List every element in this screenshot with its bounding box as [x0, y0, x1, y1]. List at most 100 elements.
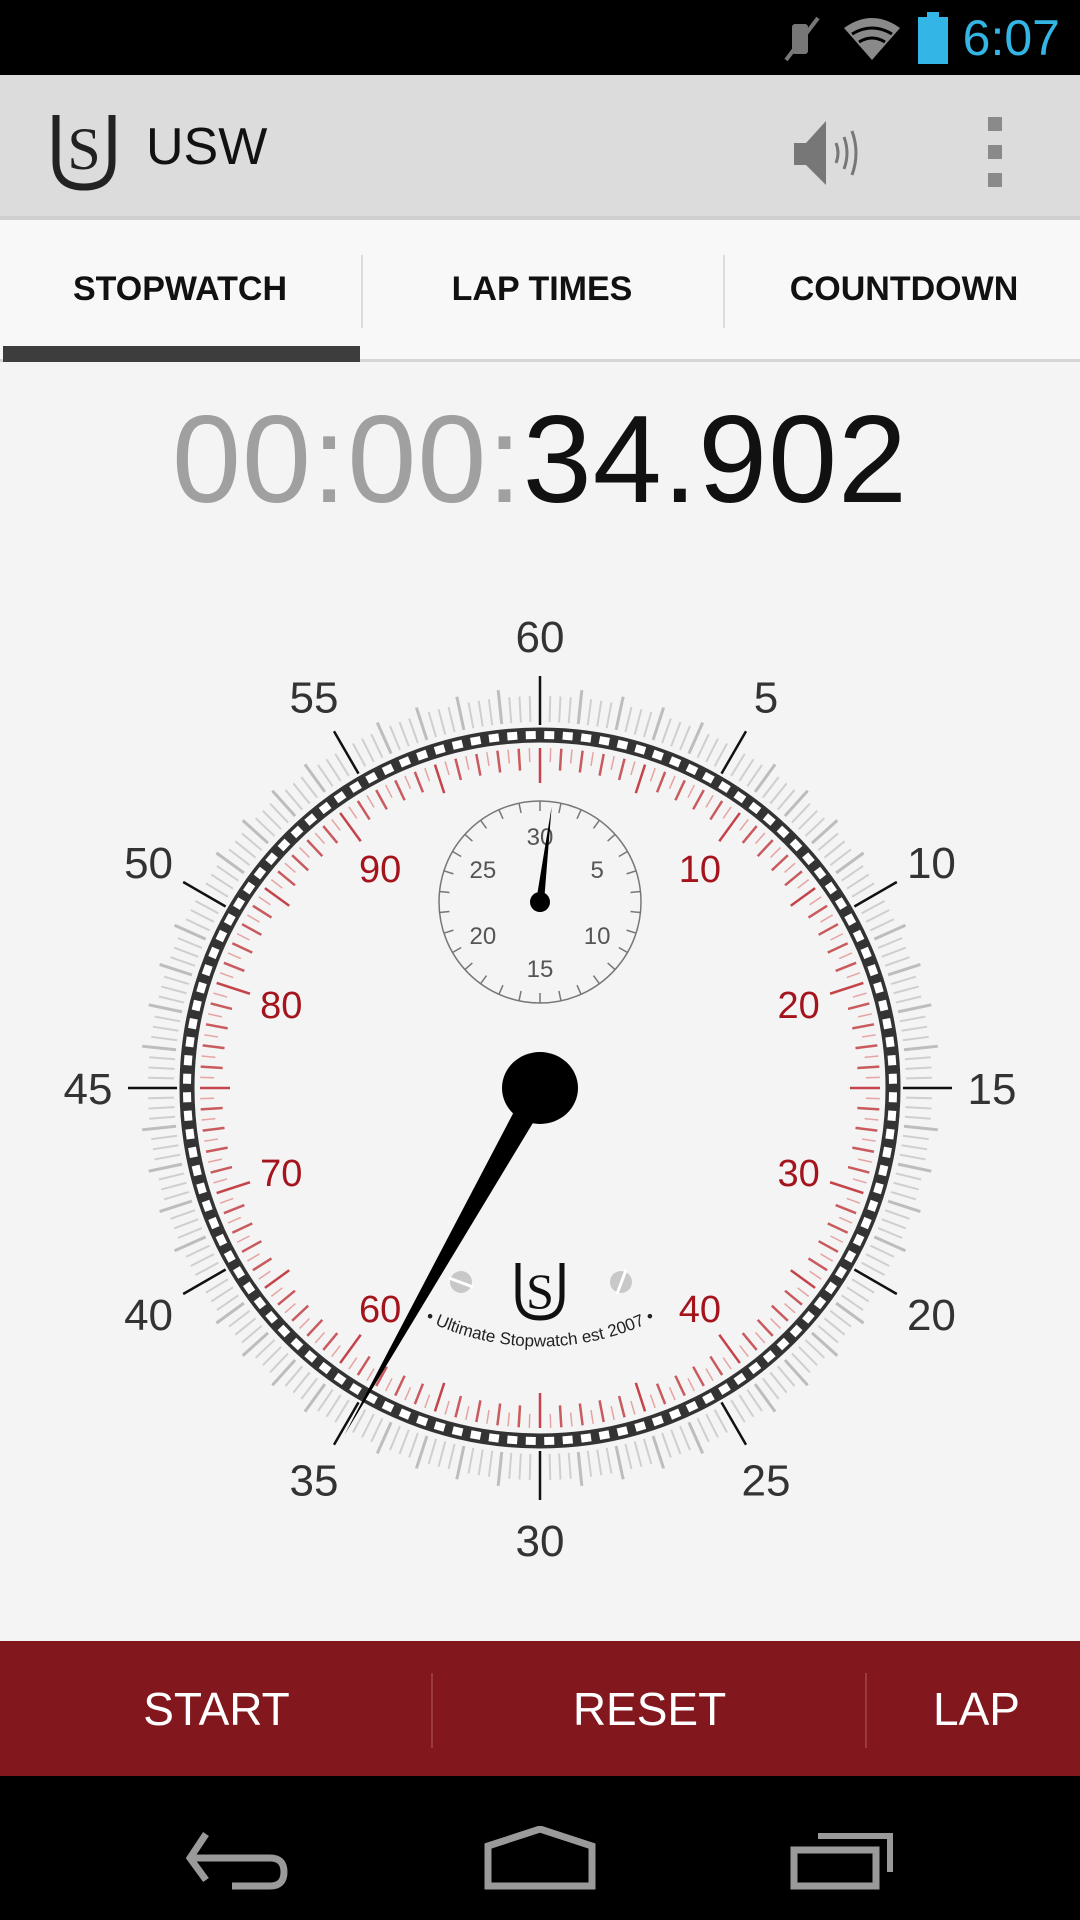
minor-tick — [487, 699, 494, 726]
elapsed-time-seconds: 34.902 — [522, 391, 909, 529]
minor-tick — [730, 1399, 746, 1423]
inner-tick — [705, 1368, 714, 1382]
inner-tick — [219, 1197, 234, 1204]
status-bar: 6:07 — [0, 0, 1080, 75]
inner-tick — [322, 1332, 339, 1351]
minor-tick — [679, 725, 691, 751]
home-icon[interactable] — [484, 1826, 596, 1890]
inner-tick — [864, 1055, 879, 1059]
minor-tick — [334, 1399, 350, 1423]
ring-marker — [525, 730, 536, 740]
outer-label: 40 — [124, 1291, 173, 1340]
subdial-label: 20 — [469, 923, 496, 950]
inner-label: 90 — [359, 849, 401, 891]
minor-tick — [887, 962, 921, 977]
inner-tick — [558, 1405, 563, 1428]
ring-marker — [580, 1433, 592, 1443]
inner-label: 10 — [679, 849, 721, 891]
minor-tick — [190, 1253, 215, 1267]
minor-tick — [303, 763, 327, 793]
ring-marker — [185, 1036, 195, 1048]
wifi-icon — [844, 18, 900, 60]
inner-tick — [835, 961, 857, 973]
tab-lap-times[interactable]: LAP TIMES — [362, 220, 722, 359]
minute-hand-hub — [530, 892, 550, 912]
minor-tick — [651, 1435, 666, 1469]
start-button[interactable]: START — [0, 1641, 433, 1776]
inner-tick — [454, 1395, 463, 1418]
recents-icon[interactable] — [790, 1832, 896, 1890]
inner-tick — [847, 1165, 870, 1174]
minor-tick — [897, 1162, 932, 1173]
minor-tick — [869, 1244, 895, 1258]
ring-marker — [562, 1435, 573, 1445]
inner-tick — [223, 1203, 245, 1215]
speaker-icon[interactable] — [790, 117, 862, 189]
inner-tick — [756, 1318, 774, 1337]
minor-tick — [389, 725, 401, 751]
minor-tick — [352, 743, 367, 767]
inner-tick — [475, 753, 482, 776]
inner-tick — [375, 789, 388, 810]
inner-tick — [413, 771, 425, 793]
minor-tick — [661, 718, 672, 744]
inner-tick — [366, 1368, 375, 1382]
back-icon[interactable] — [186, 1832, 292, 1890]
inner-tick — [846, 972, 861, 979]
outer-label: 35 — [290, 1456, 339, 1505]
inner-tick — [201, 1055, 216, 1059]
ring-marker — [885, 1128, 895, 1140]
inner-tick — [829, 1181, 864, 1195]
inner-tick — [356, 800, 371, 821]
major-tick — [853, 1268, 898, 1296]
minute-hand-needle — [536, 806, 552, 903]
minor-tick — [161, 1181, 187, 1191]
tab-stopwatch[interactable]: STOPWATCH — [0, 220, 360, 359]
inner-tick — [507, 749, 511, 764]
minor-tick — [528, 696, 532, 723]
minor-tick — [508, 697, 513, 724]
minor-tick — [738, 1394, 755, 1418]
inner-tick — [756, 839, 774, 858]
inner-tick — [277, 1289, 296, 1306]
inner-tick — [797, 1287, 810, 1297]
subdial-tick — [618, 850, 628, 858]
minor-tick — [905, 1076, 932, 1080]
minor-tick — [352, 1409, 367, 1433]
inner-tick — [598, 753, 605, 776]
minor-tick — [148, 1066, 175, 1070]
usw-dial-logo-icon: S — [515, 1263, 565, 1321]
minor-tick — [576, 1451, 584, 1486]
subdial-tick — [443, 929, 454, 934]
minor-tick — [624, 1443, 633, 1470]
inner-label: 30 — [778, 1153, 820, 1195]
subdial-tick — [464, 962, 473, 971]
inner-tick — [809, 1270, 822, 1280]
seconds-hand-needle — [344, 1082, 551, 1435]
inner-tick — [227, 1216, 242, 1224]
inner-tick — [569, 1412, 573, 1427]
inner-tick — [857, 1065, 880, 1070]
minor-tick — [901, 1144, 928, 1151]
inner-tick — [830, 932, 844, 941]
inner-tick — [718, 1334, 741, 1364]
ring-marker — [562, 731, 573, 741]
minor-tick — [899, 1153, 926, 1161]
minor-tick — [185, 918, 211, 932]
inner-tick — [739, 1345, 749, 1358]
minor-tick — [325, 1394, 342, 1418]
minor-tick — [447, 706, 456, 733]
minor-tick — [158, 1172, 185, 1181]
minor-tick — [437, 1441, 447, 1467]
minor-tick — [558, 1453, 562, 1480]
ring-marker — [887, 1055, 897, 1066]
inner-tick — [517, 748, 522, 771]
overflow-menu-icon[interactable] — [984, 117, 1008, 189]
inner-tick — [846, 1197, 861, 1204]
lap-button[interactable]: LAP — [760, 1641, 1080, 1776]
elapsed-time-display: 00:00:34.902 — [0, 390, 1080, 530]
inner-tick — [231, 942, 253, 954]
tab-countdown[interactable]: COUNTDOWN — [724, 220, 1080, 359]
inner-tick — [668, 775, 676, 790]
inner-tick — [838, 1216, 853, 1224]
